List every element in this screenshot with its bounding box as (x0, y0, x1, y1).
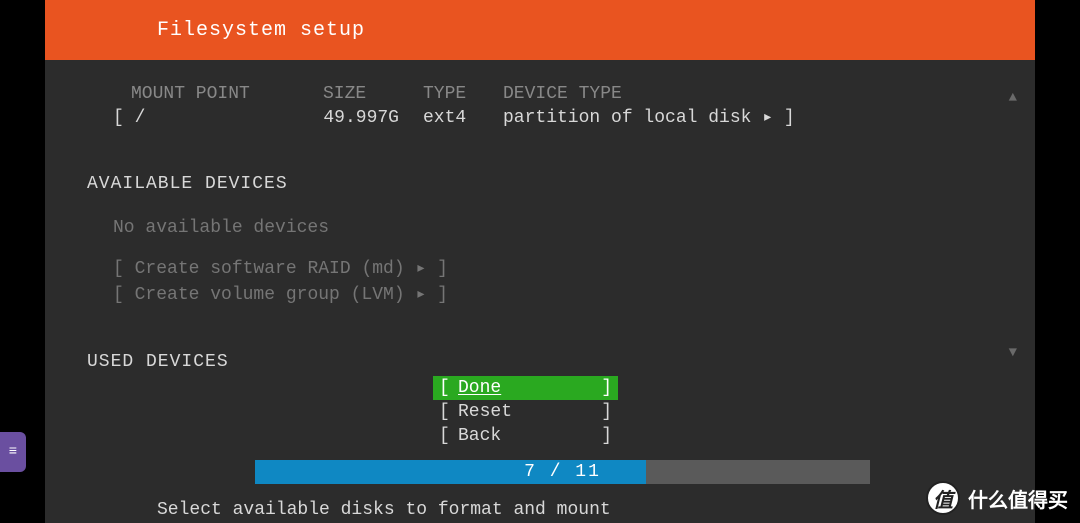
col-size-header: SIZE (303, 82, 423, 106)
main-panel: MOUNT POINT SIZE TYPE DEVICE TYPE / 49.9… (45, 60, 1035, 460)
no-available-text: No available devices (45, 214, 1035, 242)
cell-mount: / (113, 106, 303, 130)
col-mount-header: MOUNT POINT (113, 82, 303, 106)
create-raid-label: Create software RAID (md) (135, 259, 427, 279)
create-lvm-label: Create volume group (LVM) (135, 285, 427, 305)
col-devtype-header: DEVICE TYPE (503, 82, 863, 106)
col-type-header: TYPE (423, 82, 503, 106)
table-header: MOUNT POINT SIZE TYPE DEVICE TYPE (45, 82, 1035, 106)
cell-type: ext4 (423, 106, 503, 130)
create-raid-action[interactable]: Create software RAID (md) (45, 256, 1035, 282)
done-button[interactable]: [ Done ] (433, 376, 618, 400)
create-lvm-action[interactable]: Create volume group (LVM) (45, 282, 1035, 308)
back-button[interactable]: [ Back ] (433, 424, 618, 448)
help-text: Select available disks to format and mou… (157, 500, 611, 520)
used-devices-heading: USED DEVICES (45, 352, 1035, 372)
reset-label: Reset (458, 400, 600, 424)
watermark: 值 什么值得买 (926, 481, 1068, 515)
watermark-text: 什么值得买 (968, 484, 1068, 513)
cell-size: 49.997G (303, 106, 423, 130)
back-label: Back (458, 424, 600, 448)
side-tab-icon[interactable]: ≡ (0, 432, 26, 472)
progress-bar: 7 / 11 (255, 460, 870, 484)
available-devices-heading: AVAILABLE DEVICES (45, 174, 1035, 194)
button-block: [ Done ] [ Reset ] [ Back ] (433, 376, 618, 448)
cell-devtype: partition of local disk (503, 106, 863, 130)
installer-title: Filesystem setup (45, 0, 1035, 60)
watermark-badge-icon: 值 (926, 481, 960, 515)
done-label: Done (458, 376, 600, 400)
scroll-down-icon[interactable]: ▼ (1009, 345, 1017, 361)
title-text: Filesystem setup (157, 19, 365, 42)
progress-text: 7 / 11 (255, 462, 870, 482)
partition-row[interactable]: / 49.997G ext4 partition of local disk (45, 106, 1035, 130)
reset-button[interactable]: [ Reset ] (433, 400, 618, 424)
scroll-up-icon[interactable]: ▲ (1009, 90, 1017, 106)
